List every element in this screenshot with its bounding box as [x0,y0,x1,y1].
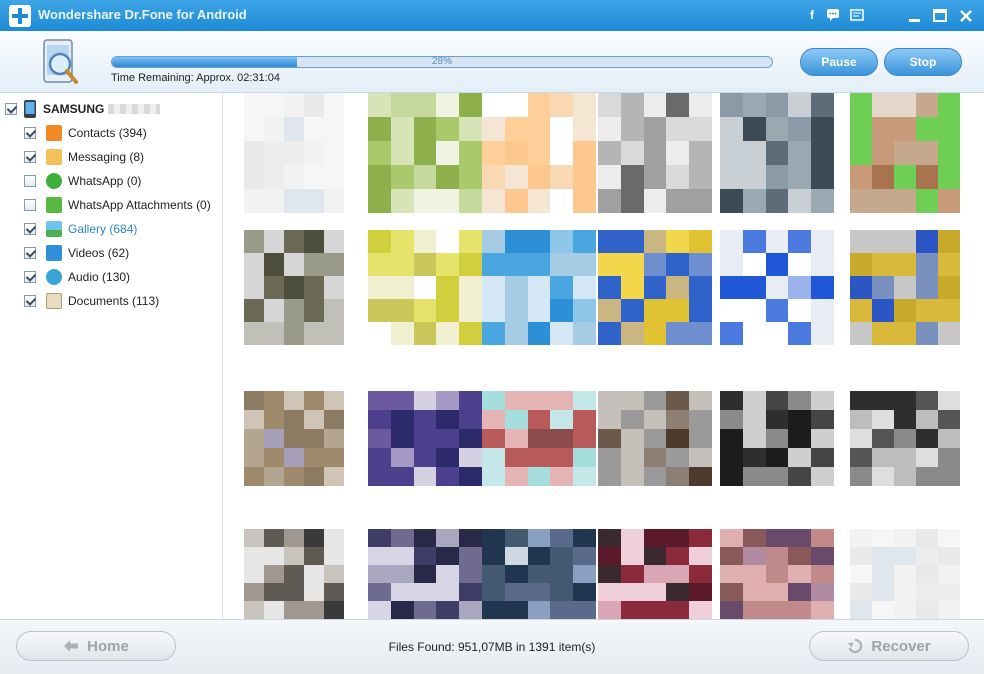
category-sidebar: SAMSUNG Contacts (394) Messaging (8) Wha… [0,93,223,619]
recover-icon [848,638,863,654]
device-checkbox[interactable] [5,103,17,115]
sidebar-item-label: Gallery (684) [68,222,138,236]
sidebar-item-audio[interactable]: Audio (130) [24,269,130,285]
videos-checkbox[interactable] [24,247,36,259]
gallery-thumbnail[interactable] [368,391,482,486]
whatsapp-icon [46,173,62,189]
sidebar-item-messaging[interactable]: Messaging (8) [24,149,144,165]
gallery-thumbnail[interactable] [598,391,712,486]
feedback-icon[interactable] [826,8,840,22]
gallery-thumbnail[interactable] [482,93,596,213]
gallery-thumbnail[interactable] [482,230,596,345]
gallery-checkbox[interactable] [24,223,36,235]
documents-checkbox[interactable] [24,295,36,307]
close-icon[interactable] [956,6,976,26]
contacts-icon [46,125,62,141]
sidebar-item-label: WhatsApp Attachments (0) [68,198,211,212]
gallery-thumbnail[interactable] [720,529,834,619]
scan-header: 28% Time Remaining: Approx. 02:31:04 Pau… [0,31,984,93]
gallery-thumbnail[interactable] [850,391,960,486]
gallery-icon [46,221,62,237]
gallery-thumbnail[interactable] [850,230,960,345]
sidebar-item-whatsapp[interactable]: WhatsApp (0) [24,173,141,189]
facebook-icon[interactable]: f [805,8,819,22]
audio-checkbox[interactable] [24,271,36,283]
recover-label: Recover [871,637,931,655]
gallery-thumbnail[interactable] [598,93,712,213]
device-root[interactable]: SAMSUNG [5,100,161,118]
audio-icon [46,269,62,285]
window-title: Wondershare Dr.Fone for Android [38,7,247,22]
gallery-thumbnail[interactable] [482,529,596,619]
gallery-thumbnail[interactable] [850,529,960,619]
app-logo-icon [9,5,31,27]
scan-progress-bar: 28% [111,56,773,68]
whatsapp-attachments-icon [46,197,62,213]
gallery-thumbnail[interactable] [244,529,344,619]
contacts-checkbox[interactable] [24,127,36,139]
gallery-thumbnail[interactable] [368,529,482,619]
gallery-thumbnail[interactable] [598,529,712,619]
device-model-blurred [108,104,161,114]
sidebar-item-label: Videos (62) [68,246,130,260]
stop-button[interactable]: Stop [884,48,962,76]
documents-icon [46,293,62,309]
sidebar-item-gallery[interactable]: Gallery (684) [24,221,137,237]
whatsapp-checkbox[interactable] [24,175,36,187]
gallery-thumbnail[interactable] [244,93,344,213]
gallery-thumbnail-grid [244,93,960,619]
videos-icon [46,245,62,261]
maximize-icon[interactable] [930,6,950,26]
sidebar-item-whatsapp-attachments[interactable]: WhatsApp Attachments (0) [24,197,211,213]
gallery-thumbnail[interactable] [244,391,344,486]
whatsapp-attachments-checkbox[interactable] [24,199,36,211]
gallery-scroll-area [960,93,984,619]
gallery-thumbnail[interactable] [720,230,834,345]
sidebar-item-contacts[interactable]: Contacts (394) [24,125,147,141]
sidebar-item-documents[interactable]: Documents (113) [24,293,159,309]
gallery-thumbnail[interactable] [368,93,482,213]
footer-bar: Home Files Found: 951,07MB in 1391 item(… [0,619,984,674]
sidebar-item-label: Messaging (8) [68,150,145,164]
pause-button[interactable]: Pause [800,48,878,76]
sidebar-item-label: WhatsApp (0) [68,174,142,188]
phone-icon [24,100,36,118]
gallery-thumbnail[interactable] [850,93,960,213]
messaging-icon [46,149,62,165]
gallery-thumbnail[interactable] [598,230,712,345]
gallery-thumbnail[interactable] [482,391,596,486]
title-bar: Wondershare Dr.Fone for Android f [0,0,984,31]
device-name: SAMSUNG [43,102,105,116]
gallery-thumbnail[interactable] [244,230,344,345]
sidebar-item-label: Audio (130) [68,270,131,284]
progress-percent: 28% [431,56,452,67]
gallery-thumbnail[interactable] [720,93,834,213]
messaging-checkbox[interactable] [24,151,36,163]
menu-icon[interactable] [850,8,864,22]
gallery-thumbnail[interactable] [720,391,834,486]
sidebar-item-videos[interactable]: Videos (62) [24,245,129,261]
time-remaining: Time Remaining: Approx. 02:31:04 [111,72,280,84]
scanning-phone-icon [43,39,78,84]
gallery-thumbnail[interactable] [368,230,482,345]
minimize-icon[interactable] [905,6,925,26]
sidebar-item-label: Documents (113) [68,294,160,308]
recover-button[interactable]: Recover [809,631,969,661]
sidebar-item-label: Contacts (394) [68,126,147,140]
